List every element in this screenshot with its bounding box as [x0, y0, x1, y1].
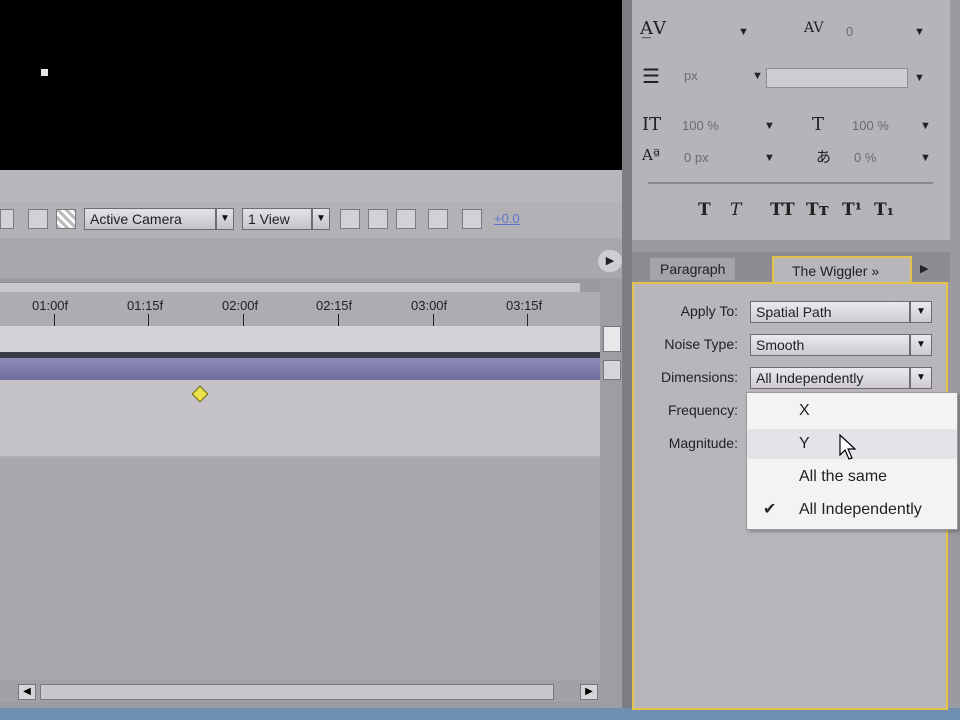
horizontal-scale-arrow-icon[interactable]: ▼ — [920, 120, 931, 132]
stroke-style-arrow-icon[interactable]: ▼ — [914, 72, 925, 84]
frequency-label: Frequency: — [667, 402, 738, 418]
vertical-scale-arrow-icon[interactable]: ▼ — [764, 120, 775, 132]
panel-menu-icon[interactable]: ▶ — [920, 262, 928, 275]
apply-to-arrow-icon[interactable]: ▼ — [910, 301, 932, 323]
superscript-icon[interactable]: T¹ — [842, 200, 862, 220]
kerning-icon: A̲V — [640, 18, 666, 39]
menu-item-label: All the same — [799, 468, 888, 485]
dimensions-arrow-icon[interactable]: ▼ — [910, 367, 932, 389]
mouse-pointer-icon — [839, 434, 857, 460]
toggle-pixel-aspect-icon[interactable] — [340, 209, 360, 229]
baseline-shift-value[interactable]: 0 px — [684, 150, 709, 165]
comp-duration-band — [0, 326, 600, 352]
menu-item-label: All Independently — [799, 501, 922, 518]
tab-paragraph[interactable]: Paragraph — [650, 258, 736, 280]
comp-layer-dot — [41, 69, 48, 76]
menu-item-all-independently[interactable]: ✔ All Independently — [747, 495, 957, 525]
faux-bold-icon[interactable]: T — [698, 200, 711, 220]
faux-italic-icon[interactable]: T — [730, 200, 741, 220]
stroke-width-unit[interactable]: px — [684, 68, 698, 83]
ruler-label: 03:00f — [411, 298, 448, 313]
stroke-style-select[interactable] — [766, 68, 908, 88]
view-layout-arrow-icon[interactable]: ▼ — [312, 208, 330, 230]
resolution-arrow-button[interactable] — [0, 209, 14, 229]
menu-item-all-the-same[interactable]: All the same — [747, 462, 957, 492]
tsume-icon: あ — [816, 148, 832, 166]
ruler-tick — [433, 314, 434, 326]
apply-to-label: Apply To: — [680, 303, 738, 319]
checkmark-icon: ✔ — [763, 501, 777, 518]
timeline-scroll-icon[interactable] — [603, 360, 621, 380]
transparency-grid-icon[interactable] — [56, 209, 76, 229]
vertical-scale-icon: IT — [642, 114, 662, 135]
horizontal-scale-icon: T — [812, 114, 825, 135]
noise-type-label: Noise Type: — [664, 336, 738, 352]
tracking-arrow-icon[interactable]: ▼ — [914, 26, 925, 38]
menu-item-label: Y — [799, 435, 810, 452]
tracking-value[interactable]: 0 — [846, 24, 853, 39]
menu-item-label: X — [799, 402, 810, 419]
region-of-interest-icon[interactable] — [28, 209, 48, 229]
ruler-label: 01:15f — [127, 298, 164, 313]
composition-viewer[interactable] — [0, 0, 622, 170]
ruler-label: 03:15f — [506, 298, 543, 313]
all-caps-icon[interactable]: TT — [770, 200, 795, 220]
dimensions-select[interactable]: All Independently — [750, 367, 910, 389]
ruler-label: 02:00f — [222, 298, 259, 313]
horizontal-scroll-thumb[interactable] — [40, 684, 554, 700]
ruler-tick — [54, 314, 55, 326]
camera-select[interactable]: Active Camera — [84, 208, 216, 230]
timeline-empty-area — [0, 458, 600, 680]
subscript-icon[interactable]: T₁ — [874, 200, 894, 220]
tsume-arrow-icon[interactable]: ▼ — [920, 152, 931, 164]
tsume-value[interactable]: 0 % — [854, 150, 876, 165]
ruler-label: 02:15f — [316, 298, 353, 313]
tab-overflow-icon: » — [871, 263, 880, 279]
view-layout-select[interactable]: 1 View — [242, 208, 312, 230]
noise-type-select[interactable]: Smooth — [750, 334, 910, 356]
exposure-value[interactable]: +0.0 — [494, 211, 520, 226]
noise-type-arrow-icon[interactable]: ▼ — [910, 334, 932, 356]
property-track[interactable] — [0, 380, 600, 456]
scroll-left-icon[interactable]: ◀ — [18, 684, 36, 700]
time-navigator-end-icon[interactable] — [603, 326, 621, 352]
ruler-tick — [527, 314, 528, 326]
kerning-arrow-icon[interactable]: ▼ — [738, 26, 749, 38]
ruler-tick — [148, 314, 149, 326]
ruler-label: 01:00f — [32, 298, 69, 313]
fast-previews-icon[interactable] — [368, 209, 388, 229]
layer-duration-bar[interactable] — [0, 358, 600, 380]
tracking-icon: AV — [804, 20, 824, 36]
flowchart-icon[interactable] — [428, 209, 448, 229]
timeline-icon[interactable] — [396, 209, 416, 229]
stroke-width-arrow-icon[interactable]: ▼ — [752, 70, 763, 82]
small-caps-icon[interactable]: Tт — [806, 200, 829, 220]
viewer-pasteboard — [0, 170, 630, 202]
dimensions-label: Dimensions: — [660, 369, 738, 385]
reset-exposure-icon[interactable] — [462, 209, 482, 229]
apply-to-select[interactable]: Spatial Path — [750, 301, 910, 323]
tab-wiggler-label: The Wiggler — [792, 263, 868, 279]
baseline-shift-icon: Aª — [642, 146, 660, 164]
menu-item-x[interactable]: X — [747, 396, 957, 426]
timeline-nav-forward-icon[interactable]: ▶ — [598, 250, 622, 272]
character-panel-separator — [648, 182, 933, 184]
magnitude-label: Magnitude: — [668, 435, 738, 451]
timeline-header — [0, 238, 630, 278]
panel-divider[interactable] — [622, 0, 632, 708]
camera-select-arrow-icon[interactable]: ▼ — [216, 208, 234, 230]
vertical-scale-value[interactable]: 100 % — [682, 118, 719, 133]
baseline-shift-arrow-icon[interactable]: ▼ — [764, 152, 775, 164]
ruler-tick — [338, 314, 339, 326]
tab-the-wiggler[interactable]: The Wiggler » — [772, 256, 912, 282]
scroll-right-icon[interactable]: ▶ — [580, 684, 598, 700]
ruler-tick — [243, 314, 244, 326]
stroke-width-icon: ☰ — [642, 64, 660, 88]
horizontal-scale-value[interactable]: 100 % — [852, 118, 889, 133]
